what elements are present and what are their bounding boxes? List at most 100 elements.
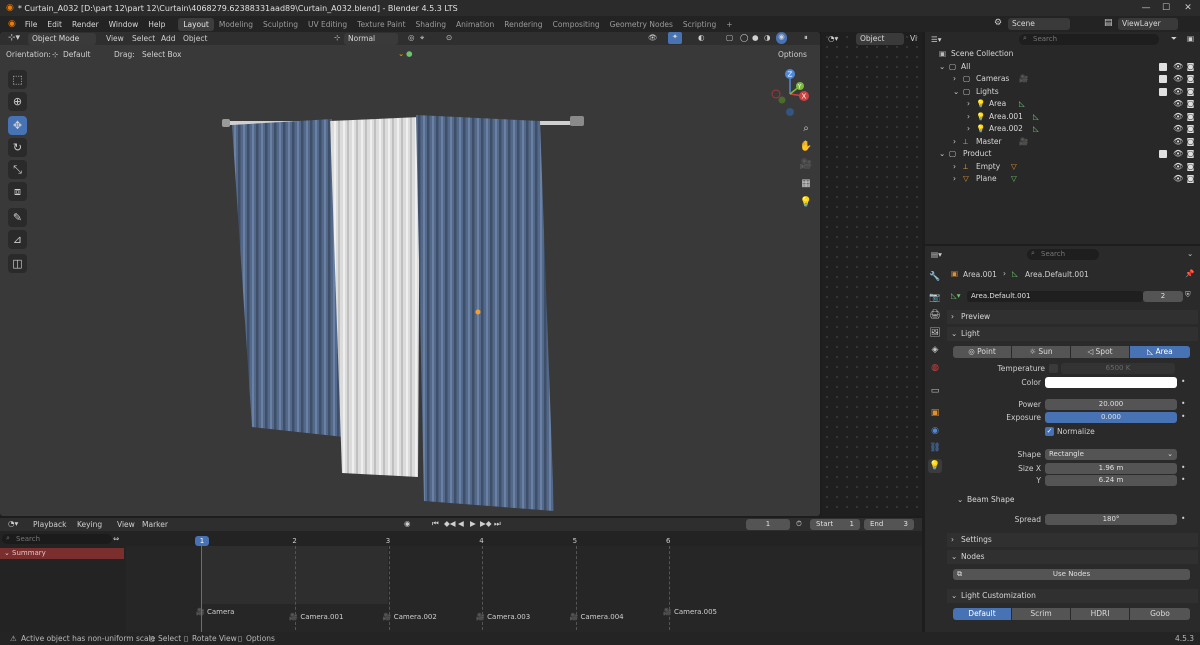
tab-modeling[interactable]: Modeling [214,18,258,31]
light-section-header[interactable]: ⌄ Light [947,327,1198,341]
properties-panel[interactable]: ▤▾ ⌕ Search ⌄ 🔧 📷 🖨 🖼 ◈ ◍ ▭ ▣ ◉ ⛓ 💡 ▣ Ar… [925,246,1200,632]
tab-scripting[interactable]: Scripting [678,18,721,31]
shape-dropdown[interactable]: Rectangle ⌄ [1045,449,1177,460]
summary-channel[interactable]: ⌄ Summary [0,548,124,559]
collapse-arrow-icon[interactable]: ⌄ [398,49,404,58]
timeline-menu-view[interactable]: View [117,520,135,529]
tab-rendering[interactable]: Rendering [499,18,547,31]
camera-view-icon[interactable]: 🎥 [799,158,813,172]
eye-icon[interactable]: 👁 [1173,111,1183,123]
size-y-field[interactable]: 6.24 m [1045,475,1177,486]
timeline-marker[interactable]: 🎥 Camera.004 [570,613,624,621]
normalize-checkbox[interactable]: ✓ [1045,427,1054,436]
editor-type-icon[interactable]: ⊹▾ [8,33,20,43]
customization-tab-default[interactable]: Default [953,608,1011,620]
playhead[interactable]: 1 [195,536,209,546]
settings-section-header[interactable]: › Settings [947,533,1198,547]
panel-options-icon[interactable]: ⌄ [1187,249,1193,258]
eye-icon[interactable]: 👁 [1173,173,1183,185]
eye-icon[interactable]: 👁 [1173,136,1183,148]
camera-render-icon[interactable]: ◙ [1186,161,1195,173]
properties-type-icon[interactable]: ▤▾ [931,250,942,259]
customization-tab-gobo[interactable]: Gobo [1130,608,1190,620]
node-editor-mode-selector[interactable]: Object [856,33,904,45]
customization-tab-scrim[interactable]: Scrim [1012,608,1070,620]
eye-icon[interactable]: 👁 [1173,98,1183,110]
maximize-button[interactable]: ☐ [1160,2,1172,14]
color-picker-icon[interactable]: ● [406,49,413,58]
datablock-name-field[interactable]: Area.Default.001 [967,291,1143,302]
light-type-point[interactable]: ◎ Point [953,346,1011,358]
measure-tool-icon[interactable]: ⊿ [8,230,27,249]
fake-user-shield-icon[interactable]: ⛨ [1185,290,1191,300]
tab-compositing[interactable]: Compositing [548,18,605,31]
outliner-row-master[interactable]: › ⟂ Master 🎥 👁 ◙ [925,136,1200,148]
eye-icon[interactable]: 👁 [1173,86,1183,98]
timeline-menu-marker[interactable]: Marker [142,520,168,529]
camera-render-icon[interactable]: ◙ [1186,61,1195,73]
perspective-grid-icon[interactable]: ▦ [799,177,813,191]
render-tab-icon[interactable]: 📷 [928,291,942,305]
tab-sculpting[interactable]: Sculpting [258,18,303,31]
exclude-checkbox[interactable] [1159,88,1167,96]
menu-render[interactable]: Render [67,20,104,29]
timeline-marker[interactable]: 🎥 Camera.005 [663,608,717,616]
timeline-marker[interactable]: 🎥 Camera.001 [289,613,343,621]
light-type-area[interactable]: ◺ Area [1130,346,1190,358]
physics-tab-icon[interactable]: ◉ [928,424,942,438]
camera-render-icon[interactable]: ◙ [1186,123,1195,135]
keyframe-dot-icon[interactable]: • [1181,475,1185,484]
options-menu[interactable]: Options [778,50,807,59]
overlay-icon[interactable]: ◐ [698,33,705,42]
light-type-sun[interactable]: ☼ Sun [1012,346,1070,358]
play-reverse-icon[interactable]: ◀ [458,519,464,528]
tab-animation[interactable]: Animation [451,18,499,31]
scene-selector[interactable]: Scene [1008,18,1070,30]
outliner-row-lights[interactable]: ⌄ ▢ Lights 👁 ◙ [925,86,1200,98]
world-tab-icon[interactable]: ◍ [928,361,942,375]
view-layer-selector[interactable]: ViewLayer [1118,18,1178,30]
camera-render-icon[interactable]: ◙ [1186,111,1195,123]
pin-icon[interactable]: 📌 [1185,269,1194,278]
eye-icon[interactable]: 👁 [1173,73,1183,85]
collection-tab-icon[interactable]: ▭ [928,384,942,398]
close-button[interactable]: ✕ [1182,2,1194,14]
tab-shading[interactable]: Shading [411,18,451,31]
customization-tab-hdri[interactable]: HDRI [1071,608,1129,620]
timeline-marker[interactable]: 🎥 Camera.002 [383,613,437,621]
camera-render-icon[interactable]: ◙ [1186,86,1195,98]
node-editor-view-menu[interactable]: Vi [910,34,917,43]
outliner-row-scene-collection[interactable]: ▣ Scene Collection [925,48,1200,60]
constraints-tab-icon[interactable]: ⛓ [928,441,942,455]
start-frame-field[interactable]: Start 1 [810,519,860,530]
view-layer-tab-icon[interactable]: 🖼 [928,326,942,340]
tab-layout[interactable]: Layout [178,17,214,31]
light-bulb-icon[interactable]: 💡 [799,196,813,210]
object-tab-icon[interactable]: ▣ [928,406,942,420]
add-cube-tool-icon[interactable]: ◫ [8,254,27,273]
node-editor-area[interactable]: ◔▾ Object Vi [822,32,922,516]
viewport-menu-select[interactable]: Select [132,34,155,43]
visibility-icon[interactable]: 👁 [648,33,658,42]
outliner-row-area[interactable]: › 💡 Area ◺ 👁 ◙ [925,98,1200,110]
xray-icon[interactable]: ▢ [726,33,733,42]
timeline-menu-keying[interactable]: Keying [77,520,102,529]
timeline-menu-playback[interactable]: Playback [33,520,66,529]
filter-icon[interactable]: ⏷ [1171,34,1177,44]
solid-shading-icon[interactable]: ● [752,33,759,42]
current-frame-field[interactable]: 1 [746,519,790,530]
menu-file[interactable]: File [20,20,43,29]
viewport-menu-add[interactable]: Add [161,34,176,43]
exclude-checkbox[interactable] [1159,63,1167,71]
drag-value[interactable]: Select Box [142,50,181,59]
timeline-marker[interactable]: 🎥 Camera.003 [476,613,530,621]
camera-render-icon[interactable]: ◙ [1186,73,1195,85]
keyframe-dot-icon[interactable]: • [1181,377,1185,386]
camera-render-icon[interactable]: ◙ [1186,173,1195,185]
orientation-value[interactable]: Default [63,50,90,59]
menu-edit[interactable]: Edit [42,20,67,29]
minimize-button[interactable]: — [1140,2,1152,14]
outliner-row-empty[interactable]: › ⟂ Empty ▽ 👁 ◙ [925,161,1200,173]
scale-tool-icon[interactable]: ⤡ [8,160,27,179]
transform-orientation-selector[interactable]: Normal [344,33,398,45]
